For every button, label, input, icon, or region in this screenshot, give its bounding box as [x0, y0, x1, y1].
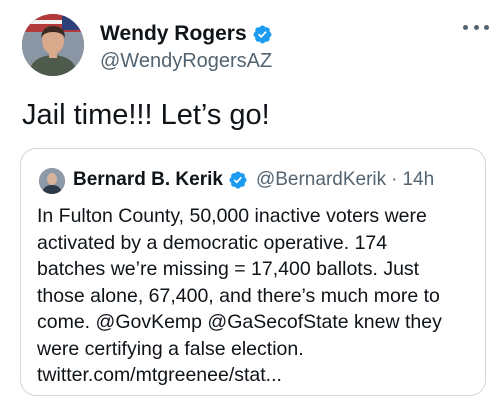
- quoted-author-avatar[interactable]: [39, 168, 65, 194]
- more-options-icon[interactable]: [463, 22, 489, 32]
- separator-dot: ·: [391, 169, 398, 190]
- quoted-author-handle[interactable]: @BernardKerik: [256, 169, 386, 191]
- quoted-text-line: In Fulton County, 50,000 inactive voters…: [37, 205, 427, 227]
- quoted-author-photo: [39, 168, 65, 194]
- quoted-text-line: were certifying a false election.: [37, 337, 304, 360]
- quoted-text-line: come. @GovKemp @GaSecofState knew they: [37, 311, 442, 333]
- quoted-link-line[interactable]: twitter.com/mtgreenee/stat...: [37, 362, 482, 389]
- verified-badge-icon: [253, 25, 272, 43]
- tweet-text: Jail time!!! Let’s go!: [22, 99, 270, 131]
- more-dot: [484, 24, 489, 30]
- verified-badge-icon: [229, 171, 247, 189]
- quoted-tweet-header: Bernard B. Kerik @BernardKerik · 14h: [73, 169, 434, 191]
- author-name[interactable]: Wendy Rogers: [100, 22, 247, 46]
- tweet: Wendy Rogers @WendyRogersAZ Jail time!!!…: [0, 0, 500, 417]
- quoted-text-line: activated by a democratic operative. 174: [37, 231, 388, 254]
- more-dot: [473, 24, 479, 30]
- author-photo: [22, 14, 84, 76]
- quoted-tweet-text: In Fulton County, 50,000 inactive voters…: [37, 203, 482, 389]
- author-name-row: Wendy Rogers: [100, 22, 273, 46]
- author-handle[interactable]: @WendyRogersAZ: [100, 50, 272, 72]
- quoted-tweet-card[interactable]: Bernard B. Kerik @BernardKerik · 14h In …: [20, 148, 486, 396]
- more-dot: [463, 24, 468, 30]
- quoted-author-name[interactable]: Bernard B. Kerik: [73, 169, 223, 191]
- author-avatar[interactable]: [22, 14, 84, 76]
- quoted-text-line: those alone, 67,400, and there’s much mo…: [37, 284, 440, 307]
- quoted-tweet-time[interactable]: 14h: [402, 169, 434, 191]
- quoted-text-line: batches we’re missing = 17,400 ballots. …: [37, 258, 420, 280]
